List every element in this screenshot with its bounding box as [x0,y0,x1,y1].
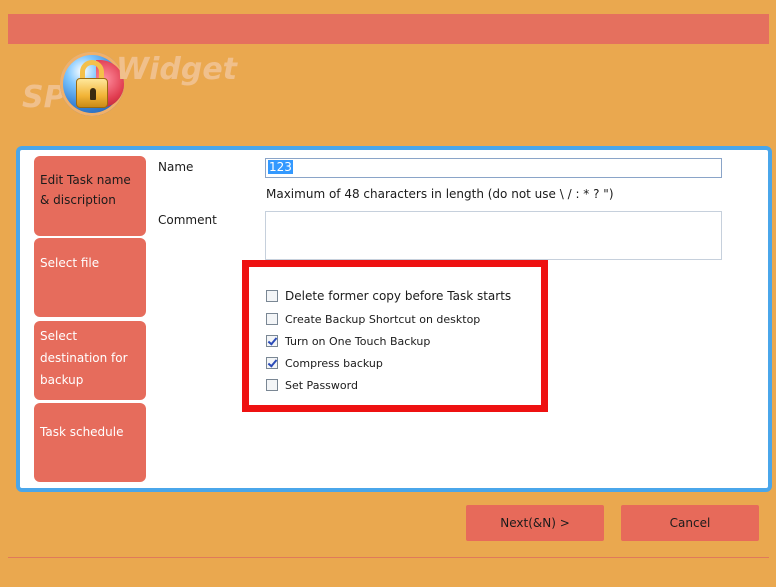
option-compress-backup[interactable]: Compress backup [266,355,383,371]
task-settings-panel: Edit Task name & discription Select file… [16,146,772,492]
checkbox[interactable] [266,379,278,391]
checkbox[interactable] [266,290,278,302]
option-label: Set Password [285,378,358,392]
option-label: Turn on One Touch Backup [285,334,431,348]
option-one-touch-backup[interactable]: Turn on One Touch Backup [266,333,430,349]
sidebar-item-label: Edit Task name & discription [40,173,131,207]
sidebar-item-label: Task schedule [40,425,124,439]
next-button[interactable]: Next(&N) > [466,505,604,541]
checkbox-checked[interactable] [266,335,278,347]
sidebar-item-task-schedule[interactable]: Task schedule [34,403,146,482]
option-label: Create Backup Shortcut on desktop [285,312,481,326]
name-hint: Maximum of 48 characters in length (do n… [266,187,614,201]
comment-label: Comment [158,213,217,227]
logo-text-right: Widget [116,52,238,87]
footer-divider [8,557,769,558]
task-name-value: 123 [268,160,293,174]
comment-input[interactable] [265,211,722,260]
sidebar-item-edit-task[interactable]: Edit Task name & discription [34,156,146,236]
option-set-password[interactable]: Set Password [266,377,358,393]
option-create-shortcut[interactable]: Create Backup Shortcut on desktop [266,311,480,327]
option-label: Delete former copy before Task starts [285,289,512,303]
sidebar-item-select-destination[interactable]: Select destination for backup [34,321,146,400]
option-delete-former-copy[interactable]: Delete former copy before Task starts [266,288,511,304]
app-logo: SP Widget [22,52,252,116]
title-bar [8,14,769,44]
sidebar-item-label: Select file [40,256,100,270]
sidebar-item-select-file[interactable]: Select file [34,238,146,317]
option-label: Compress backup [285,356,383,370]
cancel-button[interactable]: Cancel [621,505,759,541]
checkbox-checked[interactable] [266,357,278,369]
lock-icon [60,52,124,116]
checkbox[interactable] [266,313,278,325]
sidebar-item-label: Select destination for backup [40,329,128,387]
name-label: Name [158,160,194,174]
task-name-input[interactable]: 123 [265,158,722,178]
